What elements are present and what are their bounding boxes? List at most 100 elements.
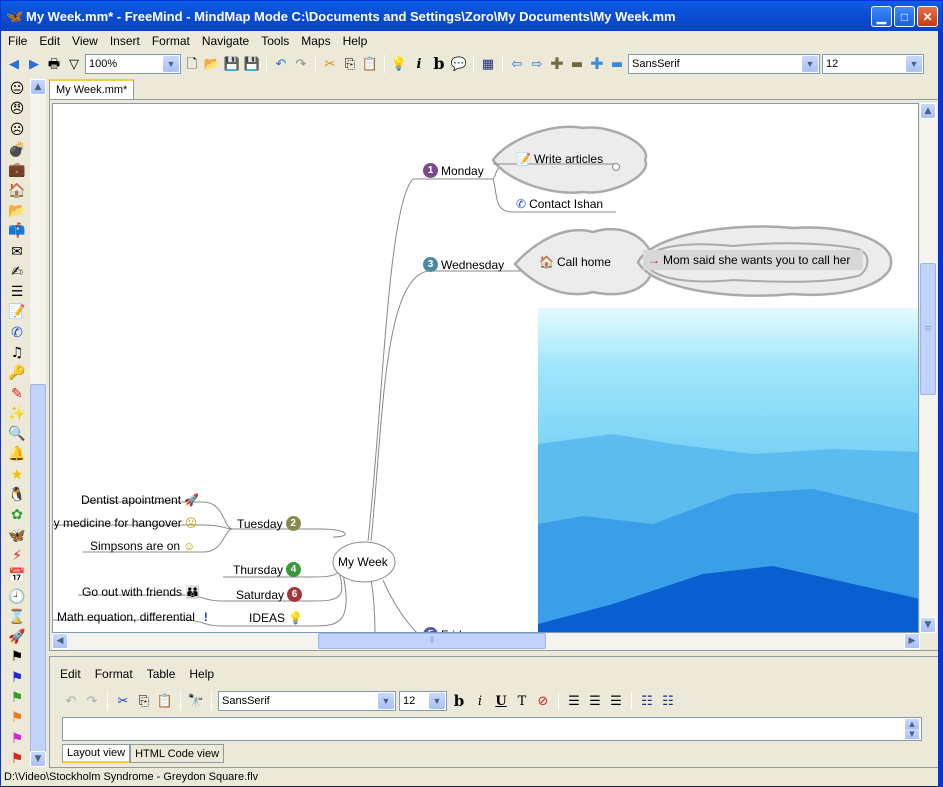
chevron-up-icon[interactable]: ▲ bbox=[30, 79, 46, 95]
chevron-down-icon[interactable]: ▼ bbox=[163, 56, 179, 72]
font-select[interactable]: SansSerif ▼ bbox=[628, 54, 820, 74]
chevron-left-icon[interactable]: ◀ bbox=[52, 633, 68, 649]
node-ideas[interactable]: IDEAS 💡 bbox=[249, 611, 303, 625]
editor-menu-help[interactable]: Help bbox=[189, 667, 214, 681]
flag-pink-icon[interactable]: ⚑ bbox=[7, 729, 27, 749]
chevron-up-icon[interactable]: ▲ bbox=[920, 103, 936, 119]
pencil-icon[interactable]: ✎ bbox=[7, 383, 27, 403]
magnifier-icon[interactable]: 🔍 bbox=[7, 424, 27, 444]
cloud-icon[interactable]: 💬 bbox=[450, 55, 468, 73]
find-icon[interactable]: 🔭 bbox=[187, 692, 205, 710]
back-icon[interactable]: ◀ bbox=[5, 55, 23, 73]
bold-icon[interactable]: b bbox=[450, 692, 468, 710]
forward-icon[interactable]: ▶ bbox=[25, 55, 43, 73]
folder-icon[interactable]: 📂 bbox=[7, 201, 27, 221]
align-left-icon[interactable]: ☰ bbox=[565, 692, 583, 710]
idea-icon[interactable]: 💡 bbox=[390, 55, 408, 73]
menu-insert[interactable]: Insert bbox=[103, 34, 145, 48]
smiley-sad-icon[interactable]: ☹ bbox=[7, 120, 27, 140]
node-medicine[interactable]: Buy medicine for hangover ☹ bbox=[53, 516, 197, 530]
editor-font-select[interactable]: SansSerif ▼ bbox=[218, 691, 396, 711]
phone-icon[interactable]: ✆ bbox=[7, 323, 27, 343]
undo-icon[interactable]: ↶ bbox=[272, 55, 290, 73]
edit-icon[interactable]: 📝 bbox=[7, 302, 27, 322]
add-node-icon[interactable]: ✚ bbox=[548, 55, 566, 73]
numbered-list-icon[interactable]: ☷ bbox=[659, 692, 677, 710]
zoom-select[interactable]: 100% ▼ bbox=[85, 54, 181, 74]
right-arrow-icon[interactable]: ⇨ bbox=[528, 55, 546, 73]
map-vertical-scrollbar[interactable]: ▲ ≡ ▼ bbox=[920, 103, 937, 633]
flag-orange-icon[interactable]: ⚑ bbox=[7, 708, 27, 728]
envelope-icon[interactable]: ✉ bbox=[7, 241, 27, 261]
zoom-in-icon[interactable]: ✚ bbox=[588, 55, 606, 73]
bomb-icon[interactable]: 💣 bbox=[7, 140, 27, 160]
clock-icon[interactable]: 🕘 bbox=[7, 586, 27, 606]
flag-red-icon[interactable]: ⚑ bbox=[7, 749, 27, 769]
table-icon[interactable]: ▦ bbox=[479, 55, 497, 73]
menu-format[interactable]: Format bbox=[145, 34, 195, 48]
copy-icon[interactable]: ⎘ bbox=[135, 692, 153, 710]
butterfly-icon[interactable]: 🦋 bbox=[7, 526, 27, 546]
editor-menu-table[interactable]: Table bbox=[147, 667, 176, 681]
wand-icon[interactable]: ✨ bbox=[7, 404, 27, 424]
palette-scroll-thumb[interactable] bbox=[30, 384, 46, 754]
chevron-down-icon[interactable]: ▼ bbox=[802, 56, 818, 72]
copy-icon[interactable]: ⎘ bbox=[341, 55, 359, 73]
node-wednesday[interactable]: 3 Wednesday bbox=[423, 257, 504, 272]
cut-icon[interactable]: ✂ bbox=[114, 692, 132, 710]
hourglass-icon[interactable]: ⌛ bbox=[7, 607, 27, 627]
horizontal-scroll-thumb[interactable]: ⦀ bbox=[318, 633, 546, 649]
minimize-button[interactable]: ▁ bbox=[871, 6, 892, 27]
penguin-icon[interactable]: 🐧 bbox=[7, 485, 27, 505]
paste-icon[interactable]: 📋 bbox=[361, 55, 379, 73]
node-tuesday[interactable]: Tuesday 2 bbox=[237, 516, 301, 531]
tab-layout-view[interactable]: Layout view bbox=[62, 744, 131, 763]
node-thursday[interactable]: Thursday 4 bbox=[233, 562, 302, 577]
save-as-icon[interactable]: 💾 bbox=[243, 55, 261, 73]
node-mom-said[interactable]: → Mom said she wants you to call her bbox=[648, 253, 850, 267]
menu-file[interactable]: File bbox=[1, 34, 32, 48]
menu-maps[interactable]: Maps bbox=[294, 34, 335, 48]
document-tab[interactable]: My Week.mm* bbox=[49, 79, 135, 99]
root-node[interactable]: My Week bbox=[338, 555, 388, 569]
underline-icon[interactable]: U bbox=[492, 692, 510, 710]
node-dentist[interactable]: Dentist apointment 🚀 bbox=[81, 493, 199, 507]
chevron-down-icon[interactable]: ▼ bbox=[378, 693, 394, 709]
music-icon[interactable]: ♫ bbox=[7, 343, 27, 363]
smiley-neutral-icon[interactable]: 😐 bbox=[7, 79, 27, 99]
align-right-icon[interactable]: ☰ bbox=[607, 692, 625, 710]
broken-link-icon[interactable]: ⚡ bbox=[7, 546, 27, 566]
menu-tools[interactable]: Tools bbox=[254, 34, 294, 48]
node-contact-ishan[interactable]: ✆ Contact Ishan bbox=[516, 197, 603, 211]
smiley-angry-icon[interactable]: 😠 bbox=[7, 99, 27, 119]
node-write-articles[interactable]: 📝 Write articles bbox=[516, 152, 603, 166]
node-math[interactable]: Math equation, differential ! bbox=[57, 610, 208, 624]
rocket-icon[interactable]: 🚀 bbox=[7, 627, 27, 647]
chevron-right-icon[interactable]: ▶ bbox=[904, 633, 920, 649]
paste-icon[interactable]: 📋 bbox=[156, 692, 174, 710]
tab-html-code-view[interactable]: HTML Code view bbox=[130, 744, 225, 763]
editor-menu-format[interactable]: Format bbox=[95, 667, 133, 681]
menu-help[interactable]: Help bbox=[336, 34, 373, 48]
left-arrow-icon[interactable]: ⇦ bbox=[508, 55, 526, 73]
chevron-down-icon[interactable]: ▼ bbox=[30, 751, 46, 767]
redo-icon[interactable]: ↷ bbox=[83, 692, 101, 710]
editor-size-select[interactable]: 12 ▼ bbox=[399, 691, 447, 711]
map-horizontal-scrollbar[interactable]: ◀ ⦀ ▶ bbox=[52, 633, 920, 650]
zoom-out-icon[interactable]: ▬ bbox=[608, 55, 626, 73]
remove-node-icon[interactable]: ▬ bbox=[568, 55, 586, 73]
open-icon[interactable]: 📂 bbox=[203, 55, 221, 73]
italic-icon[interactable]: i bbox=[410, 55, 428, 73]
vertical-scroll-thumb[interactable]: ≡ bbox=[920, 263, 936, 395]
list-icon[interactable]: ☰ bbox=[7, 282, 27, 302]
key-icon[interactable]: 🔑 bbox=[7, 363, 27, 383]
redo-icon[interactable]: ↷ bbox=[292, 55, 310, 73]
pen-hand-icon[interactable]: ✍ bbox=[7, 262, 27, 282]
node-saturday[interactable]: Saturday 6 bbox=[236, 587, 303, 602]
bullet-list-icon[interactable]: ☷ bbox=[638, 692, 656, 710]
print-icon[interactable]: 🖶 bbox=[45, 55, 63, 73]
chevron-down-icon[interactable]: ▼ bbox=[905, 729, 919, 739]
menu-view[interactable]: View bbox=[65, 34, 103, 48]
node-simpsons[interactable]: Simpsons are on ☺ bbox=[90, 539, 195, 553]
undo-icon[interactable]: ↶ bbox=[62, 692, 80, 710]
